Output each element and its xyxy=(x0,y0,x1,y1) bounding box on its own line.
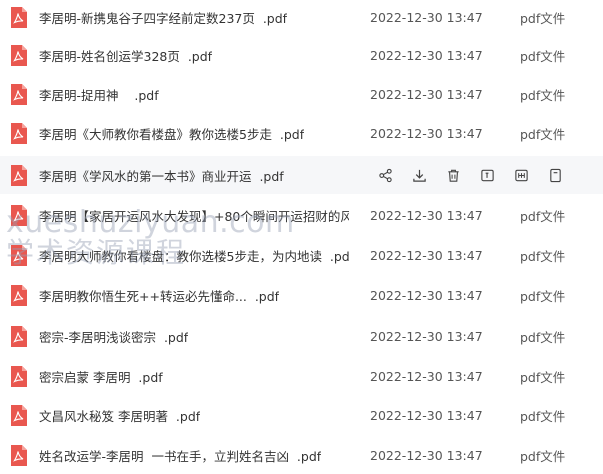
pdf-file-icon xyxy=(10,7,28,28)
file-row[interactable]: 李居明《大师教你看楼盘》教你选楼5步走 .pdf 2022-12-30 13:4… xyxy=(0,114,603,152)
file-date: 2022-12-30 13:47 xyxy=(370,207,483,223)
file-date: 2022-12-30 13:47 xyxy=(370,287,483,303)
file-name[interactable]: 密宗启蒙 李居明 .pdf xyxy=(39,367,163,386)
file-date: 2022-12-30 13:47 xyxy=(370,47,483,63)
file-name[interactable]: 姓名改运学-李居明 一书在手，立判姓名吉凶 .pdf xyxy=(39,446,321,465)
file-name[interactable]: 密宗-李居明浅谈密宗 .pdf xyxy=(39,327,188,346)
file-date: 2022-12-30 13:47 xyxy=(370,447,483,463)
file-row[interactable]: 李居明-捉用神 .pdf 2022-12-30 13:47 pdf文件 xyxy=(0,75,603,113)
pdf-file-icon xyxy=(10,245,28,266)
pdf-file-icon xyxy=(10,405,28,426)
rename-icon[interactable] xyxy=(470,156,504,194)
file-name[interactable]: 李居明《大师教你看楼盘》教你选楼5步走 .pdf xyxy=(39,124,304,143)
delete-icon[interactable] xyxy=(436,156,470,194)
file-name[interactable]: 文昌风水秘笈 李居明著 .pdf xyxy=(39,406,200,425)
file-name[interactable]: 李居明-新携鬼谷子四字经前定数237页 .pdf xyxy=(39,8,287,27)
file-row[interactable]: 李居明【家居开运风水大发现】+80个瞬间开运招财的风... 2022-12-30… xyxy=(0,196,603,234)
file-row[interactable]: 密宗-李居明浅谈密宗 .pdf 2022-12-30 13:47 pdf文件 xyxy=(0,317,603,355)
copy-icon[interactable] xyxy=(504,156,538,194)
file-name[interactable]: 李居明-捉用神 .pdf xyxy=(39,85,159,104)
file-row[interactable]: 李居明大师教你看楼盘：教你选楼5步走，为内地读 .pdf 2022-12-30 … xyxy=(0,236,603,274)
file-row[interactable]: 姓名改运学-李居明 一书在手，立判姓名吉凶 .pdf 2022-12-30 13… xyxy=(0,436,603,474)
file-list: 李居明-新携鬼谷子四字经前定数237页 .pdf 2022-12-30 13:4… xyxy=(0,0,603,474)
row-actions xyxy=(368,156,572,194)
file-name[interactable]: 李居明【家居开运风水大发现】+80个瞬间开运招财的风... xyxy=(39,206,349,225)
file-date: 2022-12-30 13:47 xyxy=(370,407,483,423)
file-type: pdf文件 xyxy=(520,329,566,345)
pdf-file-icon xyxy=(10,45,28,66)
more-icon[interactable] xyxy=(538,156,572,194)
file-type: pdf文件 xyxy=(520,126,566,142)
file-row[interactable]: 李居明-姓名创运学328页 .pdf 2022-12-30 13:47 pdf文… xyxy=(0,36,603,74)
file-date: 2022-12-30 13:47 xyxy=(370,86,483,102)
file-date: 2022-12-30 13:47 xyxy=(370,368,483,384)
file-type: pdf文件 xyxy=(520,288,566,304)
file-type: pdf文件 xyxy=(520,448,566,464)
file-type: pdf文件 xyxy=(520,208,566,224)
share-icon[interactable] xyxy=(368,156,402,194)
file-row-hovered[interactable]: 李居明《学风水的第一本书》商业开运 .pdf xyxy=(0,156,603,194)
pdf-file-icon xyxy=(10,366,28,387)
pdf-file-icon xyxy=(10,84,28,105)
file-date: 2022-12-30 13:47 xyxy=(370,247,483,263)
file-name[interactable]: 李居明《学风水的第一本书》商业开运 .pdf xyxy=(39,166,284,185)
file-row[interactable]: 李居明-新携鬼谷子四字经前定数237页 .pdf 2022-12-30 13:4… xyxy=(0,0,603,36)
pdf-file-icon xyxy=(10,205,28,226)
file-row[interactable]: 李居明教你悟生死++转运必先懂命... .pdf 2022-12-30 13:4… xyxy=(0,276,603,314)
pdf-file-icon xyxy=(10,326,28,347)
file-date: 2022-12-30 13:47 xyxy=(370,125,483,141)
file-type: pdf文件 xyxy=(520,87,566,103)
file-type: pdf文件 xyxy=(520,369,566,385)
file-type: pdf文件 xyxy=(520,10,566,26)
pdf-file-icon xyxy=(10,285,28,306)
file-type: pdf文件 xyxy=(520,408,566,424)
file-date: 2022-12-30 13:47 xyxy=(370,9,483,25)
file-date: 2022-12-30 13:47 xyxy=(370,328,483,344)
file-name[interactable]: 李居明-姓名创运学328页 .pdf xyxy=(39,46,212,65)
file-type: pdf文件 xyxy=(520,248,566,264)
download-icon[interactable] xyxy=(402,156,436,194)
file-row[interactable]: 文昌风水秘笈 李居明著 .pdf 2022-12-30 13:47 pdf文件 xyxy=(0,396,603,434)
pdf-file-icon xyxy=(10,445,28,466)
pdf-file-icon xyxy=(10,123,28,144)
file-row[interactable]: 密宗启蒙 李居明 .pdf 2022-12-30 13:47 pdf文件 xyxy=(0,357,603,395)
pdf-file-icon xyxy=(10,165,28,186)
file-type: pdf文件 xyxy=(520,48,566,64)
file-name[interactable]: 李居明大师教你看楼盘：教你选楼5步走，为内地读 .pdf xyxy=(39,246,349,265)
file-name[interactable]: 李居明教你悟生死++转运必先懂命... .pdf xyxy=(39,286,279,305)
